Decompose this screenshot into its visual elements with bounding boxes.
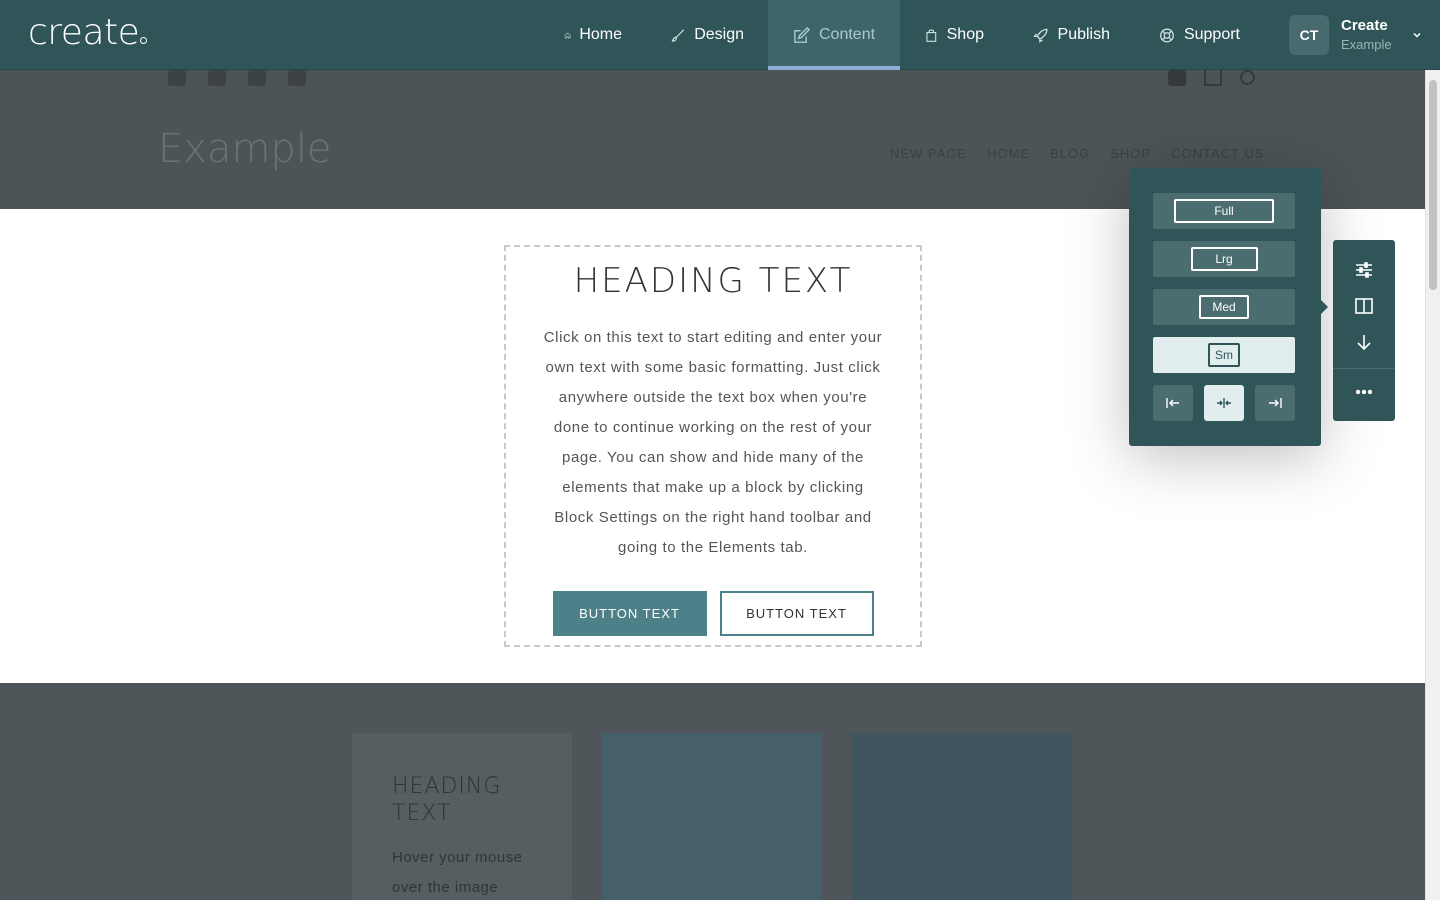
rocket-icon: [1033, 28, 1048, 43]
card-body: Hover your mouse over the image: [392, 849, 523, 896]
width-option-label: Full: [1174, 199, 1274, 223]
nav-support[interactable]: Support: [1134, 0, 1264, 70]
nav-shop-label: Shop: [946, 26, 984, 43]
lower-block: HEADING TEXT Hover your mouse over the i…: [0, 683, 1425, 900]
avatar: CT: [1289, 15, 1329, 55]
site-nav-item: BLOG: [1050, 146, 1091, 161]
nav-shop[interactable]: Shop: [900, 0, 1008, 70]
align-center-button[interactable]: [1204, 385, 1244, 421]
create-logo[interactable]: create: [28, 12, 148, 53]
cart-icon: [1204, 70, 1222, 86]
align-right-button[interactable]: [1255, 385, 1295, 421]
nav-home[interactable]: Home: [540, 0, 646, 70]
align-left-button[interactable]: [1153, 385, 1193, 421]
site-nav-item: SHOP: [1110, 146, 1152, 161]
block-paragraph[interactable]: Click on this text to start editing and …: [543, 323, 883, 563]
account-site: Example: [1341, 37, 1392, 52]
alignment-row: [1153, 385, 1295, 421]
columns-layout-icon: [1355, 298, 1373, 314]
site-nav-item: CONTACT US: [1171, 146, 1265, 161]
nav-design-label: Design: [694, 26, 744, 43]
account-name: Create: [1341, 17, 1388, 34]
chevron-down-icon: [1413, 32, 1421, 38]
app-topbar: create Home Design Content Shop Publish …: [0, 0, 1440, 70]
site-header-icons: [1168, 70, 1255, 86]
pinterest-icon: [288, 70, 306, 86]
main-nav: Home Design Content Shop Publish Support: [540, 0, 1264, 70]
edit-icon: [794, 26, 811, 43]
primary-button[interactable]: BUTTON TEXT: [552, 591, 707, 636]
width-option-label: Lrg: [1190, 247, 1258, 271]
width-option-label: Sm: [1208, 343, 1240, 367]
align-center-icon: [1217, 398, 1231, 408]
card-image: [852, 733, 1072, 900]
nav-design[interactable]: Design: [646, 0, 768, 70]
logo-dot-icon: [140, 37, 148, 44]
nav-publish[interactable]: Publish: [1008, 0, 1134, 70]
bag-icon: [926, 28, 937, 42]
twitter-icon: [208, 70, 226, 86]
page-scrollbar[interactable]: [1425, 70, 1440, 900]
instagram-icon: [248, 70, 266, 86]
account-text: Create Example: [1341, 16, 1392, 54]
block-buttons: BUTTON TEXT BUTTON TEXT: [506, 591, 920, 636]
site-nav-item: HOME: [987, 146, 1031, 161]
brush-icon: [671, 28, 685, 42]
nav-home-label: Home: [579, 26, 622, 43]
card-text: HEADING TEXT Hover your mouse over the i…: [352, 733, 572, 900]
secondary-button[interactable]: BUTTON TEXT: [719, 591, 874, 636]
card-image: [602, 733, 822, 900]
block-heading[interactable]: HEADING TEXT: [506, 261, 920, 301]
move-block-down-button[interactable]: [1333, 324, 1395, 360]
block-settings-button[interactable]: [1333, 252, 1395, 288]
nav-publish-label: Publish: [1057, 26, 1110, 43]
facebook-icon: [168, 70, 186, 86]
card-heading: HEADING TEXT: [392, 774, 502, 826]
width-option-medium[interactable]: Med: [1153, 289, 1295, 325]
site-title: Example: [158, 126, 332, 172]
scroll-thumb[interactable]: [1429, 80, 1437, 290]
block-layout-button[interactable]: [1333, 288, 1395, 324]
social-icons: [168, 70, 306, 86]
align-right-icon: [1269, 398, 1282, 408]
width-option-small[interactable]: Sm: [1153, 337, 1295, 373]
user-icon: [1168, 70, 1186, 86]
home-icon: [564, 32, 571, 38]
editable-text-box[interactable]: HEADING TEXT Click on this text to start…: [504, 245, 922, 647]
block-toolbar: [1333, 240, 1395, 421]
arrow-down-icon: [1357, 335, 1371, 351]
site-nav: NEW PAGE HOME BLOG SHOP CONTACT US: [890, 146, 1264, 161]
toolbar-divider: [1333, 368, 1395, 369]
more-icon: [1355, 389, 1373, 395]
lifebuoy-icon: [1160, 28, 1174, 42]
account-menu[interactable]: CT Create Example: [1289, 15, 1422, 55]
width-option-full[interactable]: Full: [1153, 193, 1295, 229]
nav-support-label: Support: [1183, 26, 1240, 43]
search-icon: [1240, 70, 1255, 85]
settings-sliders-icon: [1356, 262, 1372, 278]
more-options-button[interactable]: [1333, 374, 1395, 410]
site-nav-item: NEW PAGE: [890, 146, 968, 161]
width-option-label: Med: [1199, 295, 1249, 319]
align-left-icon: [1166, 398, 1179, 408]
block-width-panel: Full Lrg Med Sm: [1129, 168, 1328, 446]
nav-content[interactable]: Content: [768, 0, 900, 70]
width-option-large[interactable]: Lrg: [1153, 241, 1295, 277]
nav-content-label: Content: [819, 26, 876, 43]
